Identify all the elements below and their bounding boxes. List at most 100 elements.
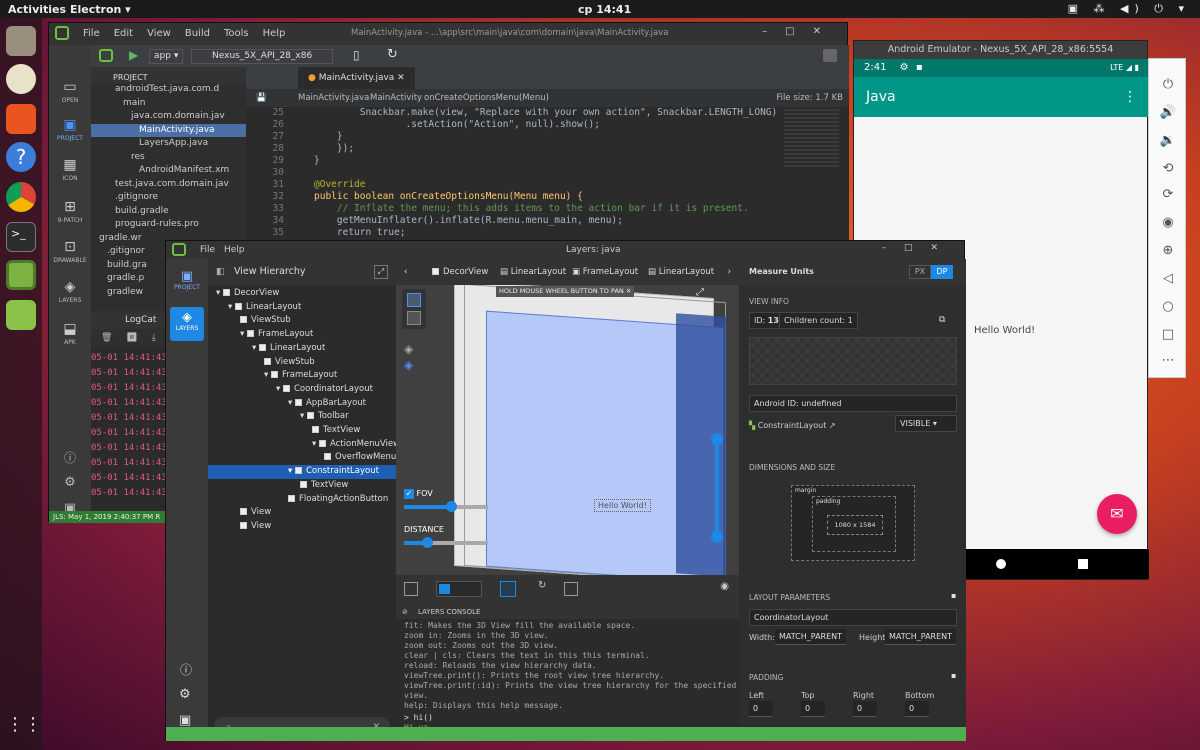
- info-icon[interactable]: ⓘ: [49, 449, 91, 466]
- visibility-select[interactable]: VISIBLE ▾: [895, 415, 957, 432]
- clear-icon[interactable]: ⊘: [402, 605, 408, 619]
- music-icon[interactable]: [6, 64, 36, 94]
- chevron-left-icon[interactable]: ‹: [404, 259, 407, 285]
- code-line[interactable]: // Inflate the menu; this adds items to …: [314, 203, 749, 214]
- menu-view[interactable]: View: [147, 28, 171, 39]
- grid-icon[interactable]: [500, 581, 516, 597]
- tree-node[interactable]: ▾ CoordinatorLayout: [208, 383, 396, 397]
- tree-node[interactable]: ▾ LinearLayout: [208, 342, 396, 356]
- window-controls[interactable]: –□✕: [762, 26, 839, 37]
- tree-node[interactable]: ViewStub: [208, 314, 396, 328]
- fov-checkbox[interactable]: ✓: [404, 489, 414, 499]
- height-value[interactable]: MATCH_PARENT: [885, 629, 957, 645]
- tree-node[interactable]: TextView: [208, 479, 396, 493]
- breadcrumb-class[interactable]: MainActivity: [370, 89, 422, 107]
- tree-node[interactable]: ▾ FrameLayout: [208, 328, 396, 342]
- back-icon[interactable]: ◁: [1149, 271, 1187, 286]
- fov-slider[interactable]: [404, 501, 488, 512]
- padding-right-value[interactable]: 0: [853, 701, 877, 717]
- chevron-down-icon[interactable]: ▾: [276, 384, 283, 394]
- help-icon[interactable]: ?: [6, 142, 36, 172]
- gear-icon[interactable]: ⚙: [49, 475, 91, 490]
- padding-top-value[interactable]: 0: [801, 701, 825, 717]
- project-tree-item[interactable]: test.java.com.domain.jav: [91, 178, 246, 192]
- zoom-icon[interactable]: ⊕: [1149, 243, 1187, 258]
- reload-icon[interactable]: ↻: [538, 580, 546, 591]
- tree-node[interactable]: ▾ LinearLayout: [208, 301, 396, 315]
- home-circle-icon[interactable]: ○: [1149, 299, 1187, 314]
- crumb-3[interactable]: ▤ LinearLayout: [648, 259, 714, 285]
- fab-mail-button[interactable]: ✉: [1097, 494, 1137, 534]
- rotate-left-icon[interactable]: ⟲: [1149, 161, 1187, 176]
- files-icon[interactable]: [6, 26, 36, 56]
- unit-px-button[interactable]: PX: [909, 265, 931, 279]
- save-icon[interactable]: 💾: [256, 89, 267, 107]
- tree-node[interactable]: View: [208, 520, 396, 534]
- project-tree-item[interactable]: main: [91, 97, 246, 111]
- clock[interactable]: ср 14:41: [578, 3, 631, 16]
- crumb-0[interactable]: DecorView: [432, 259, 488, 285]
- console-prompt[interactable]: > hi(): [396, 713, 739, 723]
- layers-console[interactable]: ⊘ LAYERS CONSOLE fit: Makes the 3D View f…: [396, 605, 739, 741]
- layers-tool[interactable]: ◈ LAYERS: [49, 279, 91, 304]
- render-mode-group[interactable]: [436, 581, 482, 597]
- terminal-icon[interactable]: >_: [6, 222, 36, 252]
- distance-slider[interactable]: [404, 537, 488, 548]
- tree-node[interactable]: ▾ FrameLayout: [208, 369, 396, 383]
- menu-file[interactable]: File: [83, 28, 100, 39]
- icon-tool[interactable]: ▦ ICON: [49, 157, 91, 182]
- run-config-select[interactable]: app ▾: [149, 49, 183, 64]
- device-select[interactable]: Nexus_5X_API_28_x86: [191, 49, 333, 64]
- code-line[interactable]: return true;: [314, 227, 406, 238]
- vertical-slider-thumb-top[interactable]: [711, 433, 723, 445]
- image-mode-icon[interactable]: [407, 311, 421, 325]
- project-tree-item[interactable]: LayersApp.java: [91, 137, 246, 151]
- tree-node[interactable]: OverflowMenu: [208, 451, 396, 465]
- project-tree-item[interactable]: build.gradle: [91, 205, 246, 219]
- fit-icon[interactable]: ⤢: [696, 287, 704, 298]
- window-controls[interactable]: –□✕: [881, 243, 956, 253]
- power-icon[interactable]: ⏻: [1149, 77, 1187, 92]
- tree-node[interactable]: View: [208, 506, 396, 520]
- chevron-down-icon[interactable]: ▾: [312, 439, 319, 449]
- menu-build[interactable]: Build: [185, 28, 210, 39]
- project-tree-item[interactable]: proguard-rules.pro: [91, 218, 246, 232]
- info-icon[interactable]: ⓘ: [180, 661, 192, 678]
- refresh-icon[interactable]: ↻: [387, 47, 398, 62]
- show-apps-icon[interactable]: ⋮⋮: [6, 714, 42, 744]
- collapse-icon[interactable]: ◧: [216, 259, 225, 285]
- code-line[interactable]: }: [314, 155, 320, 166]
- open-tool[interactable]: ▭ OPEN: [49, 79, 91, 104]
- crumb-2[interactable]: ▣ FrameLayout: [572, 259, 638, 285]
- tree-node[interactable]: ▾ Toolbar: [208, 410, 396, 424]
- chevron-down-icon[interactable]: ▾: [288, 398, 295, 408]
- app-menu[interactable]: Electron ▾: [70, 3, 131, 16]
- camera-icon[interactable]: ◉: [720, 581, 729, 592]
- padding-left-value[interactable]: 0: [749, 701, 773, 717]
- volume-down-icon[interactable]: 🔉: [1149, 133, 1187, 148]
- apk-tool[interactable]: ⬓ APK: [49, 321, 91, 346]
- chrome-icon[interactable]: [6, 182, 36, 212]
- chevron-down-icon[interactable]: ▾: [240, 329, 247, 339]
- chevron-down-icon[interactable]: ▾: [288, 466, 295, 476]
- canvas-hello-world[interactable]: Hello World!: [594, 499, 651, 512]
- chevron-down-icon[interactable]: ▾: [216, 288, 223, 298]
- tree-node[interactable]: ▾ ActionMenuView: [208, 438, 400, 452]
- code-line[interactable]: .setAction("Action", null).show();: [314, 119, 600, 130]
- project-tree-item[interactable]: AndroidManifest.xm: [91, 164, 246, 178]
- project-tree-item[interactable]: MainActivity.java: [91, 123, 246, 137]
- project-tool[interactable]: ▣ PROJECT: [49, 117, 91, 142]
- drawable-tool[interactable]: ⊡ DRAWABLE: [49, 239, 91, 264]
- minimap[interactable]: [784, 109, 839, 169]
- volume-up-icon[interactable]: 🔊: [1149, 105, 1187, 120]
- code-line[interactable]: });: [314, 143, 354, 154]
- chevron-right-icon[interactable]: ›: [728, 259, 731, 285]
- menu-help[interactable]: Help: [263, 28, 286, 39]
- width-value[interactable]: MATCH_PARENT: [775, 629, 847, 645]
- layers-toggle[interactable]: ◈ ◈: [404, 341, 413, 373]
- electron-icon[interactable]: [99, 49, 113, 62]
- code-line[interactable]: getMenuInflater().inflate(R.menu.menu_ma…: [314, 215, 623, 226]
- chevron-down-icon[interactable]: ▾: [252, 343, 259, 353]
- menu-tools[interactable]: Tools: [224, 28, 249, 39]
- code-line[interactable]: @Override: [314, 179, 365, 190]
